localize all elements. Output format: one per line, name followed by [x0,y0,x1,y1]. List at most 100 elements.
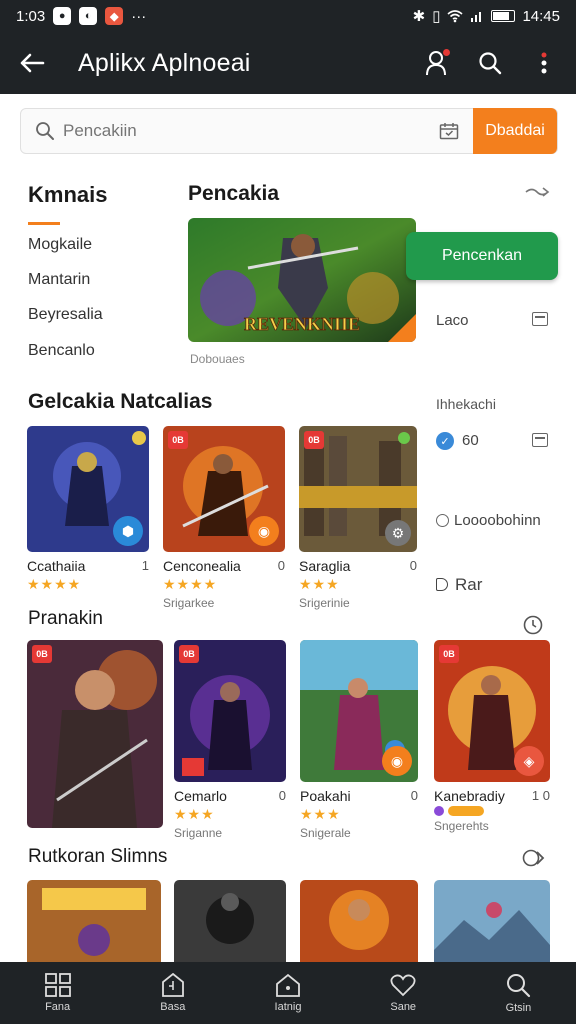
calendar-icon[interactable] [439,122,459,140]
home-icon [276,973,300,997]
side-header: Ihhekachi [436,396,496,412]
svg-text:REVENKNIIE: REVENKNIIE [244,314,360,334]
more-notifications: ··· [131,7,147,25]
search-input[interactable] [63,121,403,141]
game-subtitle: Sriganne [174,826,223,840]
featured-title: Pencakia [188,182,280,205]
profile-button[interactable] [422,49,450,77]
game-card[interactable]: 0B ⚙ Saraglia 0 ★★★ Srigerinie [299,426,417,610]
tag-icon [161,973,184,997]
status-clock: 14:45 [522,7,560,25]
window-icon[interactable] [532,312,548,326]
game-card[interactable]: ◉ Poakahi 0 ★★★ Snigerale [300,640,418,840]
radio-icon[interactable] [436,514,449,527]
nav-label: Sane [390,1001,417,1013]
clock-icon[interactable] [522,614,544,636]
game-card[interactable]: 0B ◈ Kanebradiy 1 0 Sngerehts [434,640,550,833]
bottom-navigation: Fana Basa Iatnig Sane Gtsin [0,962,576,1024]
rating-stars: ★★★★ [27,576,82,592]
nav-label: Basa [160,1001,186,1013]
side-option[interactable]: Rar [455,575,482,595]
rating-stars: ★★★ [174,806,215,822]
search-submit-button[interactable]: Dbaddai [473,108,557,154]
game-card[interactable] [434,880,550,962]
game-count: 1 0 [531,788,550,803]
game-card[interactable] [300,880,418,962]
game-card[interactable]: 0B Cemarlo 0 ★★★ Sriganne [174,640,286,840]
side-count: 60 [462,432,479,449]
game-card[interactable] [27,880,161,962]
category-item[interactable]: Mantarin [28,271,90,289]
download-icon: ⚙ [385,520,411,546]
shape-icon [436,578,448,591]
download-icon: ⬢ [113,516,143,546]
game-card[interactable]: 0B [27,640,163,828]
game-card[interactable] [174,880,286,962]
signal-icon [471,12,482,22]
game-subtitle: Sngerehts [434,819,489,833]
game-artwork [27,640,163,828]
download-icon: ◉ [382,746,412,776]
game-count: 0 [277,558,285,573]
search-bar: Dbaddai [20,108,558,154]
game-subtitle: Srigerinie [299,596,350,610]
nav-item-home[interactable]: Fana [0,962,115,1024]
chevron-right-icon[interactable] [522,848,546,868]
featured-caption: Dobouaes [190,352,245,366]
section-title: Rutkoran Slimns [28,846,168,867]
download-icon: ◈ [514,746,544,776]
game-name: Cenconealia [163,558,241,574]
game-name: Kanebradiy [434,788,505,804]
card-tag: 0B [179,645,199,663]
window-icon[interactable] [532,433,548,447]
card-tag: 0B [32,645,52,663]
page-title: Aplikx Aplnoeai [78,48,251,77]
game-artwork [174,880,286,962]
status-time: 1:03 [16,7,46,25]
search-icon [479,52,502,75]
category-item[interactable]: Mogkaile [28,236,92,254]
featured-cta-button[interactable]: Pencenkan [406,232,558,280]
active-indicator [28,222,60,225]
nav-item-favorites[interactable]: Sane [346,962,461,1024]
nav-label: Fana [45,1001,71,1013]
game-subtitle: Snigerale [300,826,351,840]
game-name: Ccathaiia [27,558,86,574]
featured-artwork: REVENKNIIE [188,218,416,342]
wifi-icon [447,10,463,23]
notification-icon: ◐ [79,7,98,25]
section-title: Gelcakia Natcalias [28,390,213,413]
nav-item-search[interactable]: Gtsin [461,962,576,1024]
rating-stars: ★★★★ [163,576,218,592]
nav-label: Iatnig [274,1001,302,1013]
nav-item-browse[interactable]: Basa [115,962,230,1024]
vibrate-icon: ▯ [432,8,441,25]
game-name: Poakahi [300,788,351,804]
game-card[interactable]: ⬢ Ccathaiia 1 ★★★★ [27,426,149,593]
section-title: Pranakin [28,608,103,629]
featured-banner[interactable]: REVENKNIIE [188,218,416,342]
rating-stars [434,806,550,816]
search-button[interactable] [476,49,504,77]
nav-item-center[interactable]: Iatnig [230,962,345,1024]
arrow-left-icon [20,53,45,73]
download-icon: ◉ [249,516,279,546]
notification-dot [443,49,450,56]
status-bar: 1:03 ● ◐ ◆ ··· ✱ ▯ 14:45 [0,0,576,32]
category-item[interactable]: Bencanlo [28,342,95,360]
app-bar: Aplikx Aplnoeai [0,32,576,94]
game-name: Cemarlo [174,788,227,804]
category-item[interactable]: Beyresalia [28,306,103,324]
notification-icon: ● [53,7,72,25]
arrow-right-icon[interactable] [524,184,550,200]
side-option[interactable]: Loooobohinn [454,512,541,529]
game-count: 1 [141,558,149,573]
game-card[interactable]: 0B ◉ Cenconealia 0 ★★★★ Srigarkee [163,426,285,610]
back-button[interactable] [18,49,46,77]
battery-icon [491,10,516,22]
side-label: Laco [436,312,469,329]
grid-icon [44,973,71,997]
game-artwork [27,880,161,962]
menu-button[interactable] [530,49,558,77]
game-artwork [300,880,418,962]
